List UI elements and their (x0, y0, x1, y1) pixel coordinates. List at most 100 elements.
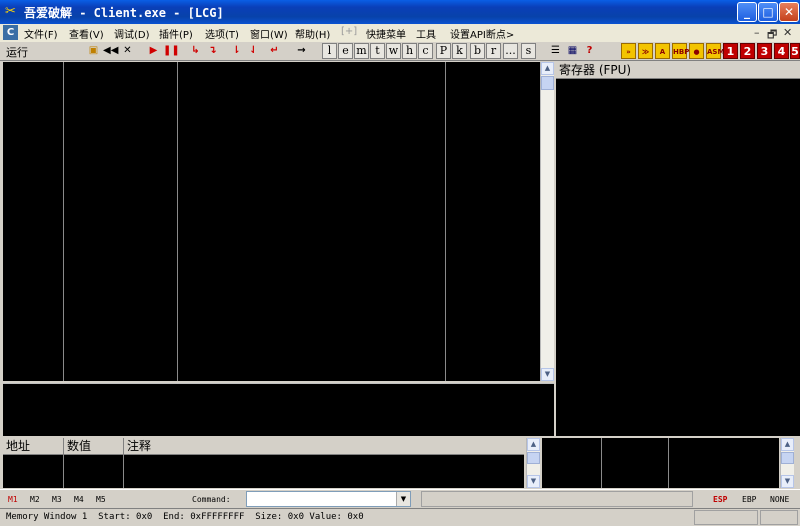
open-folder-icon[interactable]: ▣ (86, 43, 101, 59)
plugin-2-icon[interactable]: ≫ (638, 43, 653, 59)
status-text: Memory Window 1 Start: 0x0 End: 0xFFFFFF… (6, 512, 364, 522)
address-column-header[interactable]: 地址 (3, 438, 64, 454)
quick-1-button[interactable]: 1 (723, 43, 738, 59)
step-over-icon[interactable]: ↴ (205, 43, 220, 59)
menu-api-breakpoint[interactable]: 设置API断点> (450, 26, 514, 41)
references-button[interactable]: r (486, 43, 501, 59)
run-trace-button[interactable]: ... (503, 43, 518, 59)
minimize-button[interactable]: _ (737, 2, 757, 22)
quick-2-button[interactable]: 2 (740, 43, 755, 59)
cpu-button[interactable]: c (418, 43, 433, 59)
threads-button[interactable]: t (370, 43, 385, 59)
settings-grid-icon[interactable]: ▦ (565, 43, 580, 59)
close-button[interactable]: ✕ (779, 2, 799, 22)
scroll-thumb[interactable] (527, 452, 540, 464)
run-status: 运行 (6, 46, 28, 59)
chevron-down-icon[interactable]: ▼ (396, 492, 410, 506)
info-pane[interactable] (3, 383, 554, 436)
scroll-up-icon[interactable]: ▲ (541, 62, 554, 75)
column-divider[interactable] (177, 62, 178, 381)
run-icon[interactable]: ▶ (146, 43, 161, 59)
scroll-up-icon[interactable]: ▲ (781, 438, 794, 451)
registers-pane[interactable] (556, 79, 800, 436)
menu-expand[interactable]: [+] (341, 26, 357, 37)
breakpoints-button[interactable]: b (470, 43, 485, 59)
list-view-icon[interactable]: ☰ (548, 43, 563, 59)
comment-column-header[interactable]: 注释 (124, 438, 524, 454)
pause-icon[interactable]: ❚❚ (163, 43, 180, 59)
call-stack-button[interactable]: k (452, 43, 467, 59)
memory-tab-m3[interactable]: M3 (52, 495, 62, 504)
asm-icon[interactable]: ASM (706, 43, 724, 59)
column-divider[interactable] (668, 438, 669, 488)
column-divider[interactable] (123, 455, 124, 488)
plugin-1-icon[interactable]: » (621, 43, 636, 59)
stack-scrollbar[interactable]: ▲ ▼ (780, 438, 794, 488)
quick-4-button[interactable]: 4 (774, 43, 789, 59)
disassembly-scrollbar[interactable]: ▲ ▼ (540, 62, 554, 381)
menu-bar: C 文件(F) 查看(V) 调试(D) 插件(P) 选项(T) 窗口(W) 帮助… (0, 24, 800, 42)
scroll-down-icon[interactable]: ▼ (781, 475, 794, 488)
menu-shortcut[interactable]: 快捷菜单 (366, 26, 406, 41)
mdi-minimize-button[interactable]: – (754, 26, 760, 39)
source-button[interactable]: s (521, 43, 536, 59)
memory-tab-m2[interactable]: M2 (30, 495, 40, 504)
hex-column-header[interactable]: 数值 (64, 438, 124, 454)
stack-register-ebp[interactable]: EBP (742, 495, 756, 504)
column-divider[interactable] (63, 62, 64, 381)
trace-into-icon[interactable]: ⇂ (229, 43, 244, 59)
disassembly-pane[interactable] (3, 62, 541, 381)
column-divider[interactable] (601, 438, 602, 488)
restart-icon[interactable]: ◀◀ (103, 43, 118, 59)
goto-icon[interactable]: → (294, 43, 309, 59)
status-bar: Memory Window 1 Start: 0x0 End: 0xFFFFFF… (0, 508, 800, 526)
mdi-close-button[interactable]: ✕ (783, 26, 792, 39)
plugin-3-icon[interactable]: A (655, 43, 670, 59)
menu-view[interactable]: 查看(V) (69, 26, 104, 41)
close-process-icon[interactable]: ✕ (120, 43, 135, 59)
menu-tools[interactable]: 工具 (416, 26, 436, 41)
status-cell (694, 510, 758, 525)
scroll-thumb[interactable] (781, 452, 794, 464)
menu-help[interactable]: 帮助(H) (295, 26, 330, 41)
executable-modules-button[interactable]: e (338, 43, 353, 59)
stack-register-none[interactable]: NONE (770, 495, 789, 504)
menu-debug[interactable]: 调试(D) (114, 26, 150, 41)
menu-plugins[interactable]: 插件(P) (159, 26, 193, 41)
quick-3-button[interactable]: 3 (757, 43, 772, 59)
dump-scrollbar[interactable]: ▲ ▼ (526, 438, 540, 488)
trace-over-icon[interactable]: ⇃ (246, 43, 261, 59)
memory-tab-m4[interactable]: M4 (74, 495, 84, 504)
patches-button[interactable]: P (436, 43, 451, 59)
stack-register-esp[interactable]: ESP (713, 495, 727, 504)
plugin-5-icon[interactable]: ● (689, 43, 704, 59)
toolbar: 运行 ▣ ◀◀ ✕ ▶ ❚❚ ↳ ↴ ⇂ ⇃ ↵ → l e m t w h c… (0, 42, 800, 61)
windows-button[interactable]: w (386, 43, 401, 59)
handles-button[interactable]: h (402, 43, 417, 59)
column-divider[interactable] (445, 62, 446, 381)
memory-tab-m1[interactable]: M1 (8, 495, 18, 504)
menu-window[interactable]: 窗口(W) (250, 26, 288, 41)
execute-till-return-icon[interactable]: ↵ (267, 43, 282, 59)
scroll-up-icon[interactable]: ▲ (527, 438, 540, 451)
menu-options[interactable]: 选项(T) (205, 26, 239, 41)
scroll-down-icon[interactable]: ▼ (527, 475, 540, 488)
maximize-button[interactable]: □ (758, 2, 778, 22)
command-input[interactable]: ▼ (246, 491, 411, 507)
child-window-icon[interactable]: C (3, 25, 18, 40)
scroll-down-icon[interactable]: ▼ (541, 368, 554, 381)
hardware-breakpoint-icon[interactable]: HBP (672, 43, 689, 59)
menu-file[interactable]: 文件(F) (24, 26, 58, 41)
step-into-icon[interactable]: ↳ (188, 43, 203, 59)
status-cell (760, 510, 798, 525)
log-window-button[interactable]: l (322, 43, 337, 59)
memory-map-button[interactable]: m (354, 43, 369, 59)
quick-5-button[interactable]: 5 (790, 43, 800, 59)
help-button[interactable]: ? (582, 43, 597, 59)
column-divider[interactable] (63, 455, 64, 488)
dump-pane[interactable] (3, 455, 524, 488)
memory-tab-m5[interactable]: M5 (96, 495, 106, 504)
stack-pane[interactable] (542, 438, 779, 488)
crossed-tools-icon: ✂ (5, 4, 16, 19)
scroll-thumb[interactable] (541, 76, 554, 90)
